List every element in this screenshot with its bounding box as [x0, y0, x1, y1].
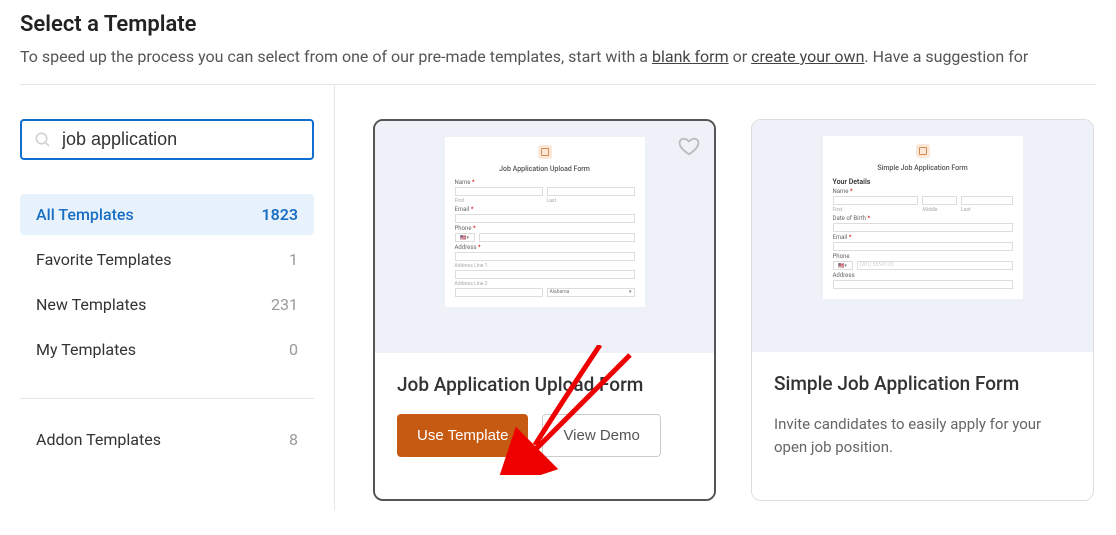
page-title: Select a Template	[20, 12, 1096, 37]
template-card-simple[interactable]: Simple Job Application Form Your Details…	[751, 119, 1094, 501]
search-box[interactable]	[20, 119, 314, 160]
sidebar-item-my[interactable]: My Templates 0	[20, 329, 314, 370]
briefcase-icon	[538, 145, 552, 159]
sidebar-item-addon[interactable]: Addon Templates 8	[20, 419, 314, 460]
template-card-upload[interactable]: Job Application Upload Form Name * First…	[373, 119, 716, 501]
card-title: Job Application Upload Form	[397, 373, 692, 396]
create-own-link[interactable]: create your own	[751, 47, 864, 66]
card-preview: Job Application Upload Form Name * First…	[375, 121, 714, 353]
category-divider	[20, 398, 314, 399]
use-template-button[interactable]: Use Template	[397, 414, 528, 457]
search-icon	[34, 131, 52, 149]
card-preview: Simple Job Application Form Your Details…	[752, 120, 1093, 352]
category-list: All Templates 1823 Favorite Templates 1 …	[20, 194, 314, 370]
card-description: Invite candidates to easily apply for yo…	[774, 413, 1071, 458]
blank-form-link[interactable]: blank form	[652, 47, 729, 66]
page-subtitle: To speed up the process you can select f…	[20, 47, 1096, 66]
sidebar-item-all[interactable]: All Templates 1823	[20, 194, 314, 235]
view-demo-button[interactable]: View Demo	[542, 414, 660, 457]
sidebar-item-new[interactable]: New Templates 231	[20, 284, 314, 325]
sidebar: All Templates 1823 Favorite Templates 1 …	[0, 85, 335, 510]
briefcase-icon	[916, 144, 930, 158]
favorite-icon[interactable]	[678, 135, 700, 157]
form-preview-mock: Job Application Upload Form Name * First…	[445, 137, 645, 307]
sidebar-item-favorite[interactable]: Favorite Templates 1	[20, 239, 314, 280]
search-input[interactable]	[62, 129, 300, 150]
form-preview-mock: Simple Job Application Form Your Details…	[823, 136, 1023, 299]
card-title: Simple Job Application Form	[774, 372, 1071, 395]
template-grid: Job Application Upload Form Name * First…	[335, 85, 1116, 510]
